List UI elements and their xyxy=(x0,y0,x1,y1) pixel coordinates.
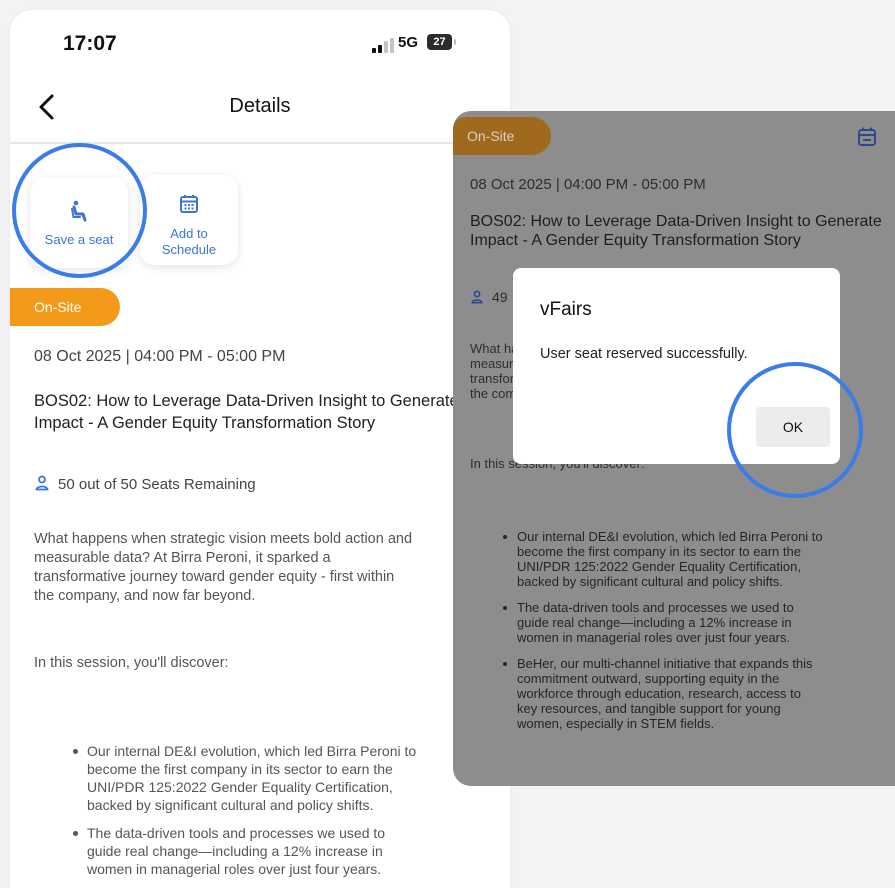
network-type: 5G xyxy=(398,34,419,51)
details-screen-dimmed: On-Site 08 Oct 2025 | 04:00 PM - 05:00 P… xyxy=(453,111,895,786)
seats-remaining: 49 xyxy=(470,289,508,305)
session-datetime: 08 Oct 2025 | 04:00 PM - 05:00 PM xyxy=(470,176,706,193)
list-item: BeHer, our multi-channel initiative that… xyxy=(503,656,823,731)
person-icon xyxy=(35,475,49,491)
person-icon xyxy=(471,290,483,304)
list-item: The data-driven tools and processes we u… xyxy=(72,824,416,878)
add-to-schedule-label-line2: Schedule xyxy=(161,242,217,257)
ok-button[interactable]: OK xyxy=(756,407,830,447)
dialog-message: User seat reserved successfully. xyxy=(540,346,748,362)
calendar-icon xyxy=(180,195,198,213)
save-seat-button[interactable]: Save a seat xyxy=(30,178,128,268)
seats-remaining: 50 out of 50 Seats Remaining xyxy=(34,475,256,493)
battery-icon: 27 xyxy=(427,34,456,50)
description-line: the company, and now far beyond. xyxy=(34,588,256,604)
status-bar: 17:07 5G 27 xyxy=(10,10,510,80)
description-line: measurable data? At Birra Peroni, it spa… xyxy=(34,550,331,566)
page-title: Details xyxy=(229,95,291,117)
add-to-schedule-label-line1: Add to xyxy=(170,226,208,241)
signal-icon xyxy=(372,37,394,53)
status-time: 17:07 xyxy=(63,32,117,55)
outcomes-list: Our internal DE&I evolution, which led B… xyxy=(503,529,823,731)
details-screen: 17:07 5G 27 Details Save a seat Add to S… xyxy=(10,10,510,888)
onsite-badge: On-Site xyxy=(453,117,551,155)
description-line: transformative journey toward gender equ… xyxy=(34,569,395,585)
seats-text: 50 out of 50 Seats Remaining xyxy=(58,476,256,493)
session-description: What happens when strategic vision meets… xyxy=(34,530,412,606)
list-item: Our internal DE&I evolution, which led B… xyxy=(72,743,417,813)
session-title: BOS02: How to Leverage Data-Driven Insig… xyxy=(470,213,882,249)
success-dialog: vFairs User seat reserved successfully. … xyxy=(513,268,840,464)
add-to-schedule-button[interactable]: Add to Schedule xyxy=(140,175,238,265)
discover-label: In this session, you'll discover: xyxy=(34,655,229,671)
seats-text: 49 xyxy=(492,289,508,305)
outcomes-list: Our internal DE&I evolution, which led B… xyxy=(72,742,417,878)
nav-header: Details xyxy=(10,80,510,144)
save-seat-label: Save a seat xyxy=(44,232,114,247)
dialog-title: vFairs xyxy=(540,299,592,320)
onsite-badge: On-Site xyxy=(10,288,120,326)
session-title: BOS02: How to Leverage Data-Driven Insig… xyxy=(34,392,459,432)
calendar-icon[interactable] xyxy=(857,126,877,148)
list-item: The data-driven tools and processes we u… xyxy=(503,600,823,645)
list-item: Our internal DE&I evolution, which led B… xyxy=(503,529,823,589)
seat-icon xyxy=(71,200,87,222)
description-line: What happens when strategic vision meets… xyxy=(34,531,413,547)
session-datetime: 08 Oct 2025 | 04:00 PM - 05:00 PM xyxy=(34,348,286,365)
